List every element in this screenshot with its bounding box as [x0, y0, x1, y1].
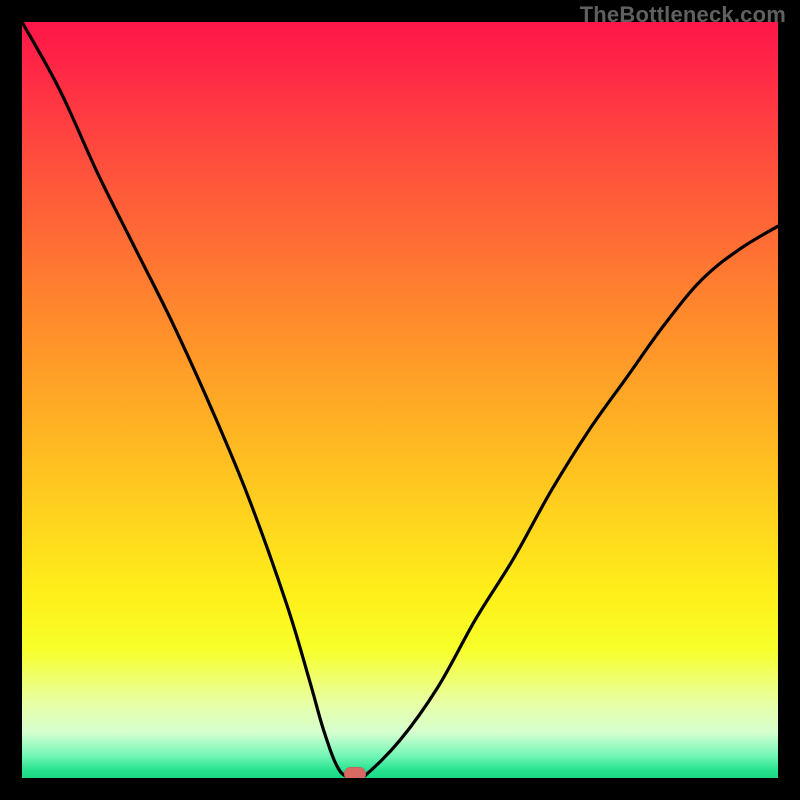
plot-area — [22, 22, 778, 778]
curve-layer — [22, 22, 778, 778]
bottleneck-curve — [22, 22, 778, 778]
chart-frame: TheBottleneck.com — [0, 0, 800, 800]
watermark-label: TheBottleneck.com — [580, 2, 786, 28]
optimum-marker — [344, 767, 366, 778]
